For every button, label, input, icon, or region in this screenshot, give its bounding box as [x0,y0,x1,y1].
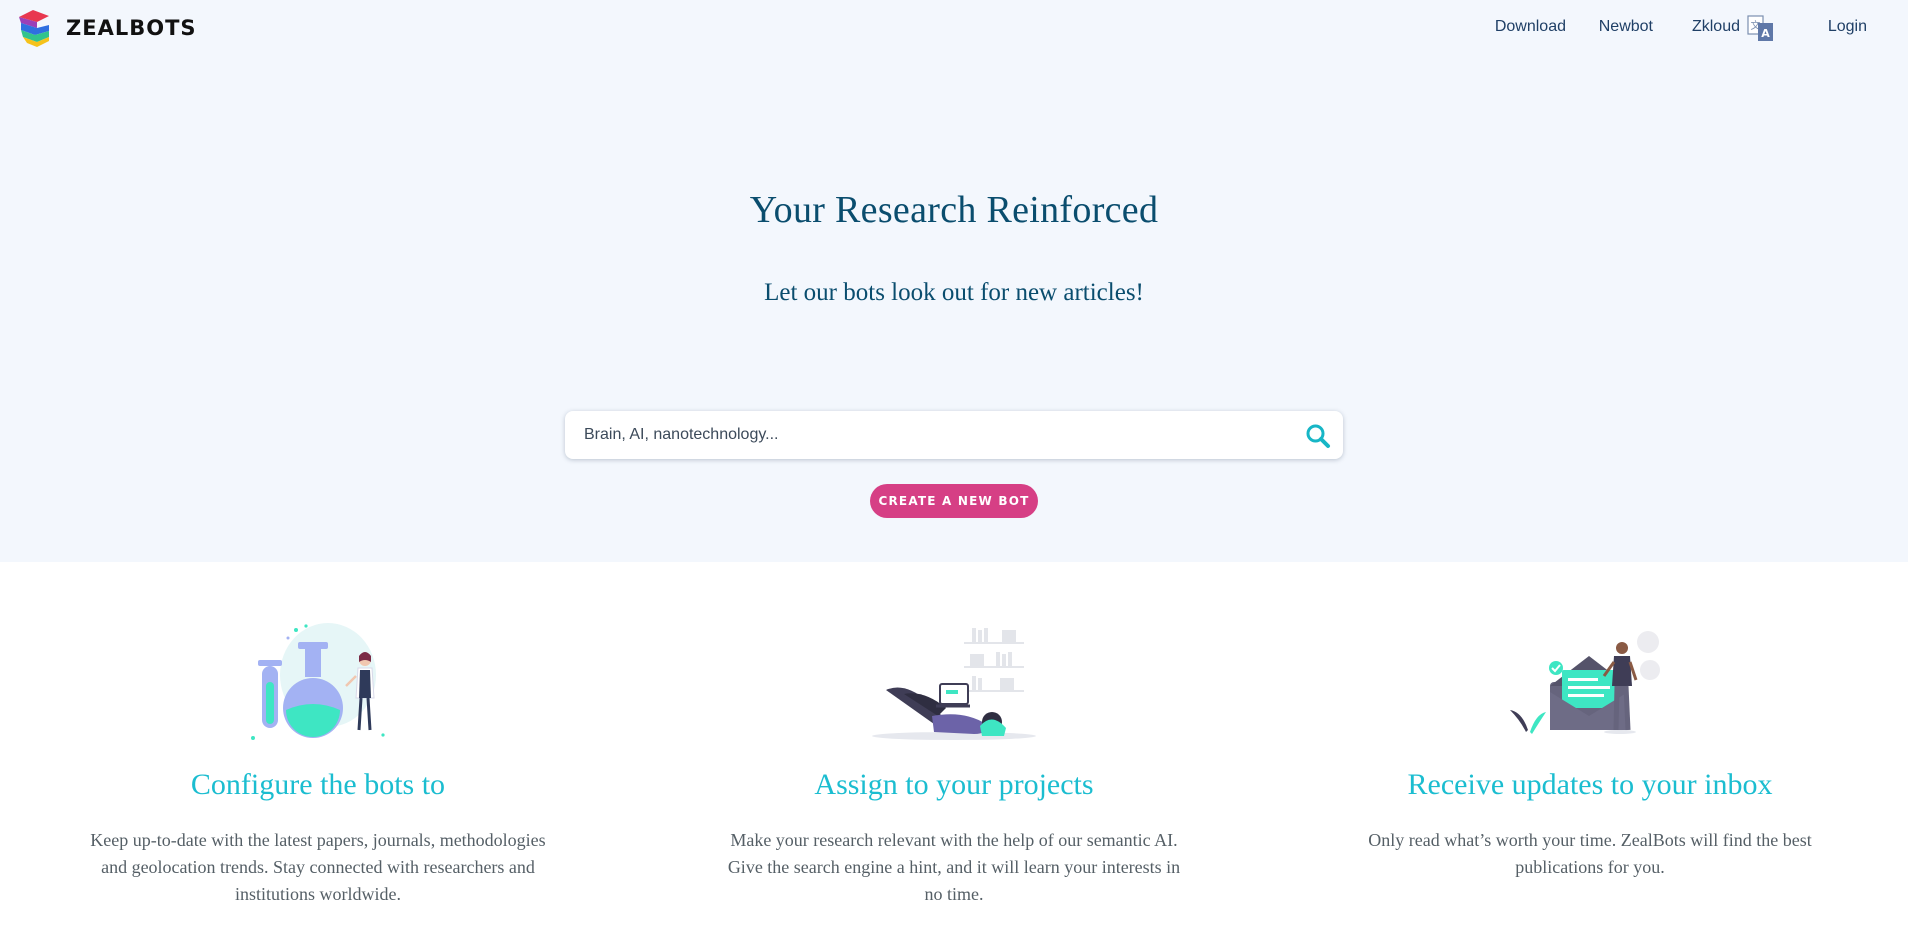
feature-description: Only read what’s worth your time. ZealBo… [1368,830,1812,877]
svg-text:A: A [1761,27,1770,40]
feature-description: Make your research relevant with the hel… [727,830,1181,904]
nav-zkloud[interactable]: Zkloud [1692,18,1740,36]
nav-download[interactable]: Download [1495,18,1566,36]
hero-title: Your Research Reinforced [749,189,1159,231]
feature-title: Receive updates to your inbox [1407,768,1773,801]
language-switch-button[interactable]: 文 A [1747,14,1775,44]
mail-envelope-illustration [1510,631,1660,734]
search-button[interactable] [1303,421,1333,451]
search-bar [565,411,1343,459]
search-input[interactable] [565,411,1285,459]
feature-description: Keep up-to-date with the latest papers, … [90,830,546,904]
lab-scientist-illustration [251,623,385,740]
create-new-bot-button[interactable]: CREATE A NEW BOT [870,484,1038,518]
hero-subtitle: Let our bots look out for new articles! [764,279,1144,306]
feature-title: Assign to your projects [814,768,1094,801]
feature-receive: Receive updates to your inbox Only read … [1330,620,1850,881]
feature-configure: Configure the bots to Keep up-to-date wi… [58,620,578,908]
brand-logo[interactable]: ZEALBOTS [15,7,197,49]
zealbots-logo-icon [19,10,49,47]
search-icon [1306,424,1330,448]
translate-icon: 文 A [1747,15,1773,41]
nav-login[interactable]: Login [1828,18,1867,36]
hero-section: ZEALBOTS Download Newbot Zkloud 文 A Logi… [0,0,1908,562]
feature-assign: Assign to your projects Make your resear… [694,620,1214,908]
reading-laptop-illustration [872,628,1036,740]
brand-name: ZEALBOTS [66,16,197,40]
feature-title: Configure the bots to [190,768,446,801]
nav-newbot[interactable]: Newbot [1599,18,1653,36]
